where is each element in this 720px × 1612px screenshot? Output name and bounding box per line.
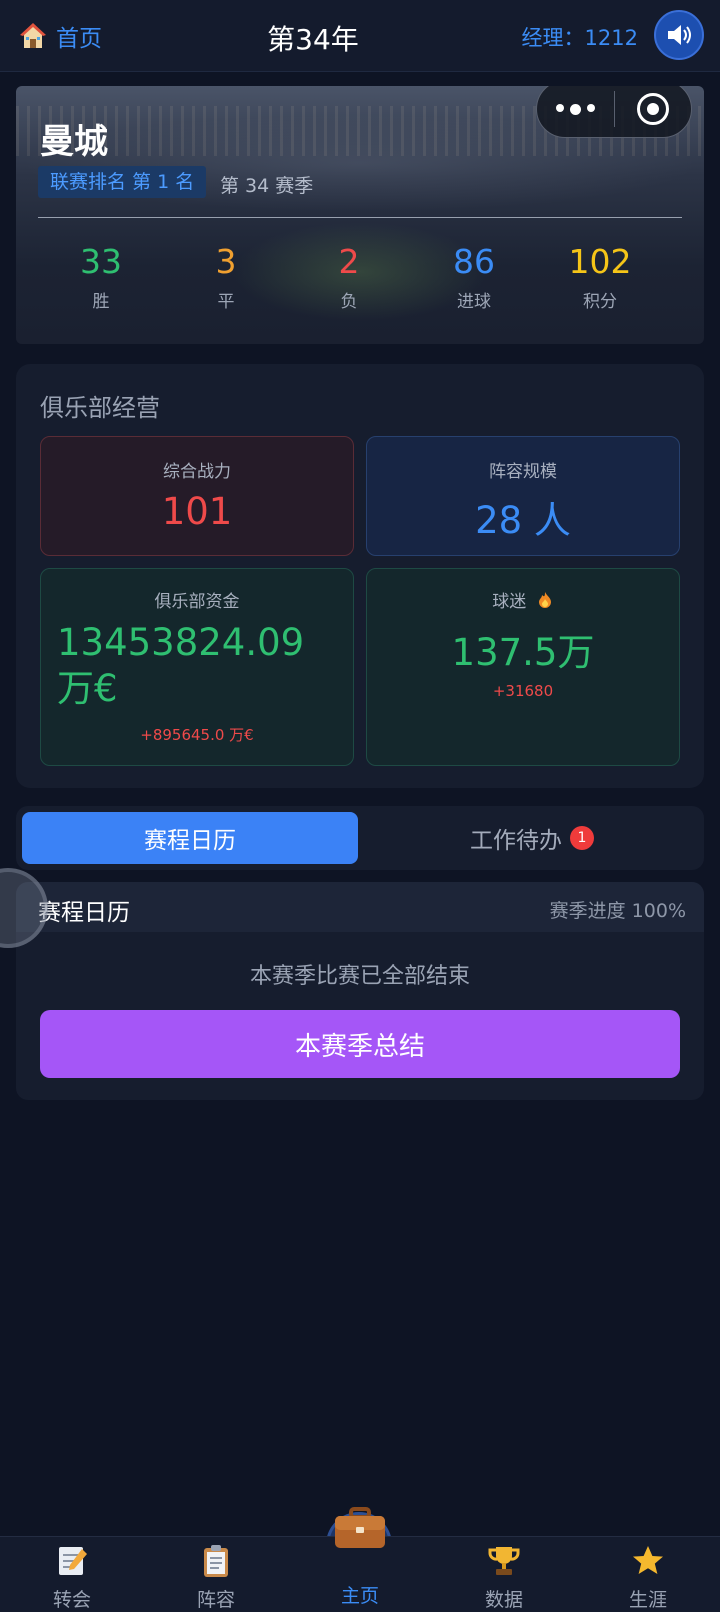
nav-label: 转会: [52, 1589, 91, 1611]
league-rank-badge: 联赛排名 第 1 名: [38, 166, 207, 198]
power-value: 101: [161, 490, 233, 533]
stat-value: 102: [568, 242, 632, 281]
season-ended-message: 本赛季比赛已全部结束: [249, 964, 470, 989]
briefcase-icon: [335, 1507, 385, 1548]
miniprogram-capsule: [536, 86, 692, 138]
club-funds-box[interactable]: 俱乐部资金 13453824.09 万€ +895645.0 万€: [40, 568, 354, 766]
stat-value: 86: [453, 242, 495, 281]
notification-badge: 1: [570, 826, 594, 850]
stat-label: 进球: [457, 292, 491, 312]
manager-label: 经理：1212: [521, 26, 638, 50]
stat-label: 负: [340, 292, 358, 312]
nav-transfer[interactable]: 转会: [0, 1537, 144, 1612]
memo-icon: [59, 1547, 87, 1575]
nav-data[interactable]: 数据: [432, 1537, 576, 1612]
nav-home[interactable]: 主页: [288, 1507, 432, 1612]
fans-change: +31680: [492, 682, 554, 700]
overall-power-box[interactable]: 综合战力 101: [40, 436, 354, 556]
nav-label: 主页: [340, 1585, 379, 1607]
season-summary-button[interactable]: 本赛季总结: [40, 1010, 680, 1078]
schedule-header: 赛程日历 赛季进度 100%: [16, 882, 704, 932]
stat-value: 33: [80, 242, 122, 281]
sound-button[interactable]: [654, 10, 704, 60]
nav-label: 阵容: [196, 1589, 235, 1611]
squad-value: 28 人: [475, 499, 571, 542]
box-label: 球迷: [492, 592, 527, 612]
clipboard-icon: [204, 1545, 228, 1577]
stat-label: 胜: [92, 292, 110, 312]
bottom-nav: 转会 阵容 主页 数据 生涯: [0, 1507, 720, 1612]
funds-value-unit: 万€: [57, 667, 118, 710]
speaker-icon: [668, 25, 691, 45]
top-bar: 首页 第34年 经理：1212: [0, 0, 720, 72]
stat-label: 平: [217, 292, 235, 312]
divider: [38, 217, 682, 218]
stat-value: 2: [338, 242, 360, 281]
tab-todo[interactable]: 工作待办 1: [366, 812, 698, 864]
team-hero-card: 曼城 联赛排名 第 1 名 第 34 赛季 33 胜 3 平 2 负 86 进球…: [16, 86, 704, 344]
squad-size-box[interactable]: 阵容规模 28 人: [366, 436, 680, 556]
season-progress: 赛季进度 100%: [549, 900, 686, 922]
stat-wins: 33 胜: [41, 242, 161, 312]
stat-label: 积分: [583, 292, 617, 312]
nav-label: 数据: [484, 1589, 523, 1611]
box-label: 阵容规模: [489, 462, 557, 482]
stat-draws: 3 平: [166, 242, 286, 312]
trophy-icon: [488, 1547, 520, 1575]
nav-career[interactable]: 生涯: [576, 1537, 720, 1612]
schedule-title: 赛程日历: [38, 900, 130, 926]
stat-value: 3: [215, 242, 237, 281]
nav-lineup[interactable]: 阵容: [144, 1537, 288, 1612]
stat-goals: 86 进球: [414, 242, 534, 312]
fans-value: 137.5万: [451, 631, 595, 674]
star-icon: [633, 1546, 663, 1574]
box-label-row: 球迷: [367, 587, 679, 612]
more-icon[interactable]: [537, 103, 614, 115]
fans-box[interactable]: 球迷 137.5万 +31680: [366, 568, 680, 766]
nav-label: 生涯: [628, 1589, 667, 1611]
funds-value-amount: 13453824.09: [57, 621, 305, 664]
box-label: 综合战力: [163, 462, 231, 482]
section-title: 俱乐部经营: [40, 394, 160, 422]
funds-value: 13453824.09 万€: [41, 620, 353, 712]
close-target-icon[interactable]: [615, 93, 692, 125]
funds-change: +895645.0 万€: [140, 726, 254, 744]
tab-todo-label: 工作待办: [470, 828, 562, 854]
stat-points: 102 积分: [540, 242, 660, 312]
box-label: 俱乐部资金: [154, 592, 240, 612]
tab-schedule[interactable]: 赛程日历: [22, 812, 358, 864]
tab-bar: 赛程日历 工作待办 1: [16, 806, 704, 870]
schedule-card: 赛程日历 赛季进度 100% 本赛季比赛已全部结束 本赛季总结: [16, 882, 704, 1100]
club-management-card: 俱乐部经营 综合战力 101 阵容规模 28 人 俱乐部资金 13453824.…: [16, 364, 704, 788]
stat-losses: 2 负: [289, 242, 409, 312]
season-label: 第 34 赛季: [220, 175, 314, 197]
fire-icon: [538, 592, 551, 608]
team-name: 曼城: [40, 122, 108, 162]
